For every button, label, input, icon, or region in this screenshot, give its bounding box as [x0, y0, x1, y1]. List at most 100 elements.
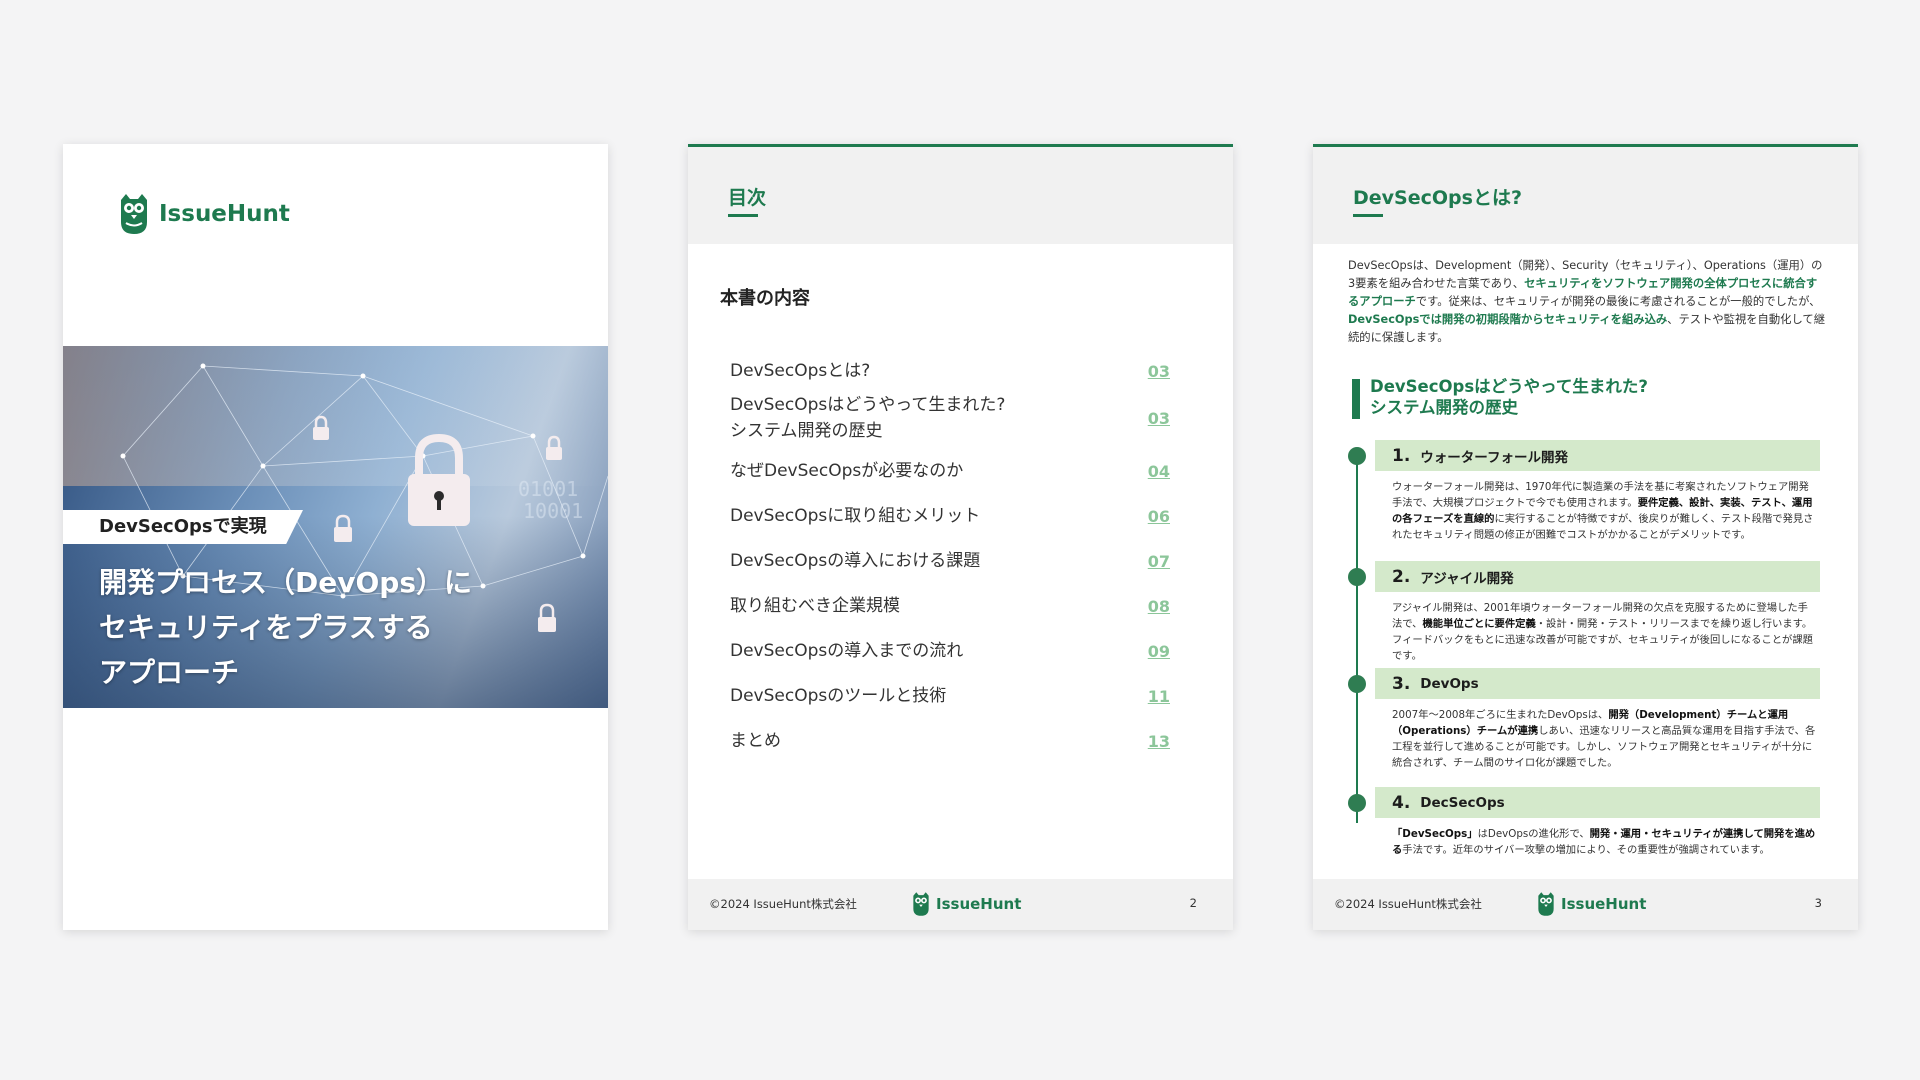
- toc-page-link[interactable]: 03: [1148, 362, 1170, 381]
- toc-page-link[interactable]: 11: [1148, 687, 1170, 706]
- intro-highlight: DevSecOpsでは開発の初期段階からセキュリティを組み込み: [1348, 313, 1668, 326]
- section-title: DevSecOpsはどうやって生まれた? システム開発の歴史: [1370, 376, 1648, 418]
- timeline-dot: [1348, 447, 1366, 465]
- section-title-line: DevSecOpsはどうやって生まれた?: [1370, 377, 1648, 396]
- toc-entry-line: DevSecOpsはどうやって生まれた?: [730, 395, 1006, 415]
- toc-entry-line: DevSecOpsの導入までの流れ: [730, 641, 964, 661]
- owl-mascot-icon: [121, 194, 147, 234]
- step-label: アジャイル開発: [1420, 570, 1514, 587]
- section-title-line: システム開発の歴史: [1370, 398, 1519, 417]
- toc-entry[interactable]: なぜDevSecOpsが必要なのか 04: [730, 458, 1170, 484]
- step-number: 3.: [1392, 673, 1411, 694]
- toc-entry[interactable]: DevSecOpsの導入における課題 07: [730, 548, 1170, 574]
- toc-entry-line: DevSecOpsの導入における課題: [730, 551, 981, 571]
- logo-text: IssueHunt: [1561, 895, 1647, 913]
- toc-heading: 本書の内容: [720, 288, 810, 309]
- cover-title-line: セキュリティをプラスする: [99, 611, 433, 644]
- step-text-bold: 機能単位ごとに要件定義: [1422, 618, 1536, 630]
- toc-entry[interactable]: DevSecOpsはどうやって生まれた? システム開発の歴史 03: [730, 392, 1170, 444]
- timeline-dot: [1348, 568, 1366, 586]
- toc-page-link[interactable]: 06: [1148, 507, 1170, 526]
- step-header: 2. アジャイル開発: [1375, 561, 1820, 592]
- toc-entry-title: DevSecOpsはどうやって生まれた? システム開発の歴史: [730, 392, 1005, 444]
- page-number: 3: [1814, 896, 1822, 910]
- toc-entry-title: DevSecOpsに取り組むメリット: [730, 503, 980, 529]
- intro-paragraph: DevSecOpsは、Development（開発）、Security（セキュリ…: [1348, 257, 1828, 347]
- toc-entry-line: 取り組むべき企業規模: [730, 596, 900, 616]
- cover-photo-security-network: 01001 10001 DevSecOpsで実現 開発プロセス（DevOps）に …: [63, 346, 608, 708]
- step-text: 2007年〜2008年ごろに生まれたDevOpsは、: [1392, 709, 1609, 721]
- toc-entry-title: DevSecOpsとは?: [730, 358, 870, 384]
- cover-title-line: 開発プロセス（DevOps）に: [99, 566, 472, 599]
- footer-logo: IssueHunt: [1536, 891, 1646, 917]
- step-text: はDevOpsの進化形で、: [1477, 828, 1590, 840]
- page-number: 2: [1189, 896, 1197, 910]
- footer-copyright: ©2024 IssueHunt株式会社: [1334, 897, 1482, 911]
- step-header: 4. DecSecOps: [1375, 787, 1820, 818]
- toc-entry-title: DevSecOpsの導入における課題: [730, 548, 980, 574]
- issuehunt-logo: IssueHunt: [117, 192, 290, 236]
- cover-badge: DevSecOpsで実現: [63, 510, 303, 544]
- toc-entry-line: システム開発の歴史: [730, 421, 883, 441]
- toc-page-link[interactable]: 08: [1148, 597, 1170, 616]
- page-header-band: DevSecOpsとは?: [1313, 147, 1858, 244]
- toc-page-link[interactable]: 09: [1148, 642, 1170, 661]
- footer-logo: IssueHunt: [911, 891, 1021, 917]
- toc-entry[interactable]: DevSecOpsとは? 03: [730, 358, 1170, 384]
- toc-page-link[interactable]: 13: [1148, 732, 1170, 751]
- page-footer: ©2024 IssueHunt株式会社 IssueHunt 3: [1313, 879, 1858, 930]
- step-text-bold: 「DevSecOps」: [1392, 828, 1478, 840]
- cover-title: 開発プロセス（DevOps）に セキュリティをプラスする アプローチ: [99, 560, 539, 695]
- intro-text: です。従来は、セキュリティが開発の最後に考慮されることが一般的でしたが、: [1415, 295, 1821, 308]
- toc-entry-title: DevSecOpsの導入までの流れ: [730, 638, 963, 664]
- owl-mascot-icon: [1538, 892, 1554, 916]
- step-description: 「DevSecOps」はDevOpsの進化形で、開発・運用・セキュリティが連携し…: [1392, 826, 1817, 858]
- footer-copyright: ©2024 IssueHunt株式会社: [709, 897, 857, 911]
- toc-entry[interactable]: DevSecOpsのツールと技術 11: [730, 683, 1170, 709]
- toc-entry-line: DevSecOpsに取り組むメリット: [730, 506, 981, 526]
- svg-text:10001: 10001: [523, 499, 583, 523]
- page-header-band: 目次: [688, 147, 1233, 244]
- toc-page: 目次 本書の内容 DevSecOpsとは? 03 DevSecOpsはどうやって…: [688, 144, 1233, 930]
- logo-text: IssueHunt: [159, 201, 290, 227]
- title-underline: [1353, 214, 1383, 217]
- toc-entry-line: DevSecOpsとは?: [730, 361, 871, 381]
- step-text: 手法です。近年のサイバー攻撃の増加により、その重要性が強調されています。: [1402, 844, 1770, 856]
- toc-entry-title: 取り組むべき企業規模: [730, 593, 900, 619]
- svg-text:01001: 01001: [518, 477, 578, 501]
- toc-page-link[interactable]: 03: [1148, 409, 1170, 428]
- page-title: 目次: [728, 187, 767, 209]
- owl-mascot-icon: [913, 892, 929, 916]
- timeline-dot: [1348, 675, 1366, 693]
- toc-entry[interactable]: 取り組むべき企業規模 08: [730, 593, 1170, 619]
- step-description: 2007年〜2008年ごろに生まれたDevOpsは、開発（Development…: [1392, 707, 1817, 771]
- timeline-line: [1356, 457, 1358, 823]
- toc-entry-title: まとめ: [730, 728, 781, 754]
- toc-entry-line: DevSecOpsのツールと技術: [730, 686, 947, 706]
- toc-entry[interactable]: DevSecOpsに取り組むメリット 06: [730, 503, 1170, 529]
- step-label: DevOps: [1420, 675, 1479, 692]
- toc-entry[interactable]: DevSecOpsの導入までの流れ 09: [730, 638, 1170, 664]
- cover-title-line: アプローチ: [99, 656, 240, 689]
- page-footer: ©2024 IssueHunt株式会社 IssueHunt 2: [688, 879, 1233, 930]
- toc-entry-line: なぜDevSecOpsが必要なのか: [730, 461, 964, 481]
- step-header: 3. DevOps: [1375, 668, 1820, 699]
- step-label: ウォーターフォール開発: [1420, 449, 1568, 466]
- step-description: アジャイル開発は、2001年頃ウォーターフォール開発の欠点を克服するために登場し…: [1392, 600, 1817, 664]
- step-header: 1. ウォーターフォール開発: [1375, 440, 1820, 471]
- step-label: DecSecOps: [1420, 794, 1505, 811]
- toc-entry-title: DevSecOpsのツールと技術: [730, 683, 946, 709]
- toc-entry-line: まとめ: [730, 731, 781, 751]
- timeline-dot: [1348, 794, 1366, 812]
- step-number: 1.: [1392, 445, 1411, 466]
- step-description: ウォーターフォール開発は、1970年代に製造業の手法を基に考案されたソフトウェア…: [1392, 479, 1817, 543]
- step-number: 2.: [1392, 566, 1411, 587]
- step-number: 4.: [1392, 792, 1411, 813]
- toc-entry[interactable]: まとめ 13: [730, 728, 1170, 754]
- toc-page-link[interactable]: 07: [1148, 552, 1170, 571]
- logo-text: IssueHunt: [936, 895, 1022, 913]
- toc-page-link[interactable]: 04: [1148, 462, 1170, 481]
- title-underline: [728, 214, 758, 217]
- content-page: DevSecOpsとは? DevSecOpsは、Development（開発）、…: [1313, 144, 1858, 930]
- section-accent-bar: [1352, 379, 1360, 419]
